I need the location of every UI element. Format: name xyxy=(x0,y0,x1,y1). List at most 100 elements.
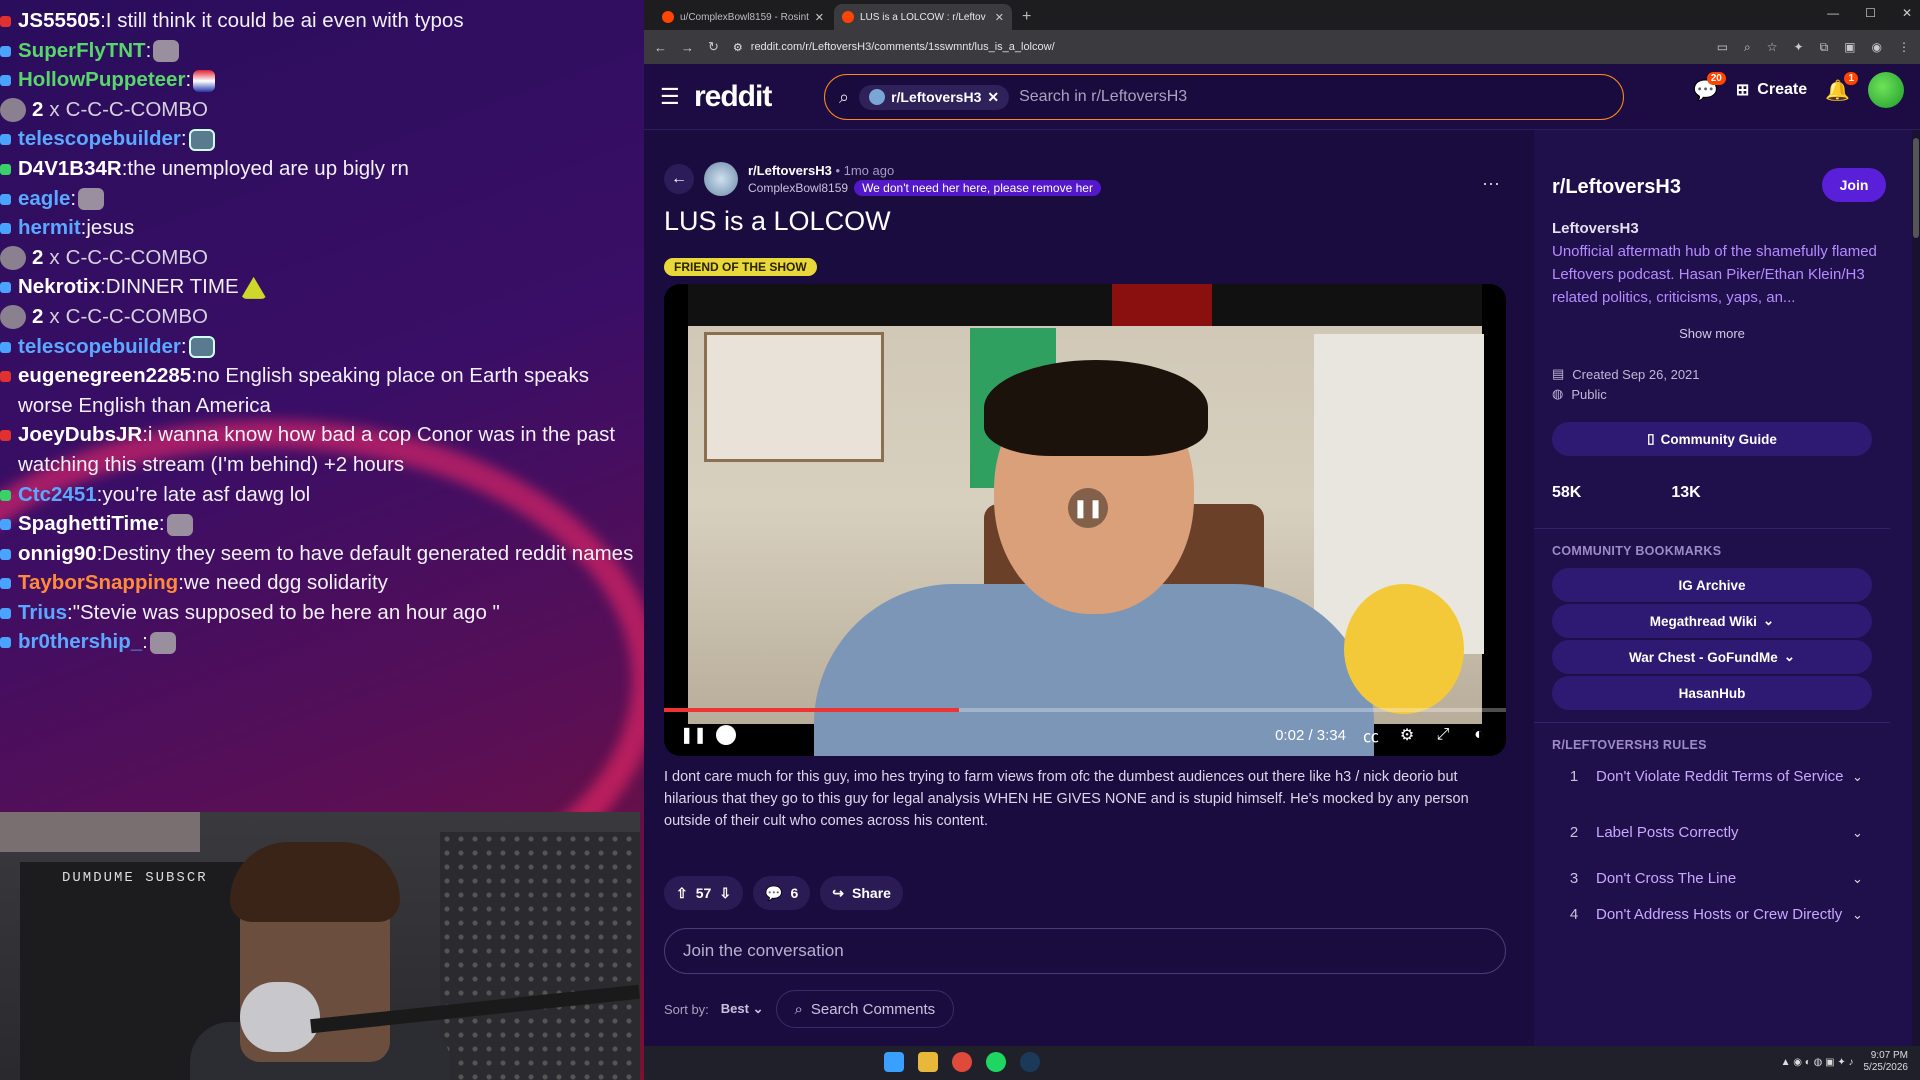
chat-username[interactable]: eagle xyxy=(18,187,70,210)
chat-username[interactable]: HollowPuppeteer xyxy=(18,68,185,91)
subreddit-link[interactable]: r/LeftoversH3 xyxy=(748,163,832,178)
video-player[interactable]: ❚❚ ❚❚ 0:02 / 3:34 ㏄ ⚙ ⤢ ◐ xyxy=(664,284,1506,756)
tray-icons[interactable]: ▲ ◉ ◐ ◍ ▣ ✦ ♪ xyxy=(1781,1057,1854,1068)
comment-input[interactable]: Join the conversation xyxy=(664,928,1506,974)
chat-username[interactable]: SuperFlyTNT xyxy=(18,39,146,62)
chat-text: the unemployed are up bigly rn xyxy=(127,156,409,180)
chat-username[interactable]: telescopebuilder xyxy=(18,335,181,358)
search-scope-chip[interactable]: r/LeftoversH3 ✕ xyxy=(859,84,1010,110)
fullscreen-icon[interactable]: ⤢ xyxy=(1432,726,1454,744)
video-progress[interactable] xyxy=(664,708,1506,712)
puzzle-icon[interactable]: ⧉ xyxy=(1820,40,1829,55)
chat-username[interactable]: Ctc2451 xyxy=(18,483,97,506)
steam-icon[interactable] xyxy=(1020,1052,1040,1072)
user-avatar[interactable] xyxy=(1868,72,1904,108)
combo-count: 2 xyxy=(32,304,44,328)
join-button[interactable]: Join xyxy=(1822,168,1886,202)
chat-username[interactable]: JoeyDubsJR xyxy=(18,423,142,446)
bookmark-ig-archive[interactable]: IG Archive xyxy=(1552,568,1872,602)
back-button[interactable]: ← xyxy=(664,164,694,194)
sort-dropdown[interactable]: Best ⌄ xyxy=(721,1001,764,1017)
combo-count: 2 xyxy=(32,245,44,269)
more-options-icon[interactable]: ⋯ xyxy=(1482,174,1500,195)
chat-username[interactable]: JS55505 xyxy=(18,9,100,32)
chat-button[interactable]: 💬 20 xyxy=(1693,71,1726,103)
bookmark-star-icon[interactable]: ☆ xyxy=(1767,40,1778,55)
chat-text: you're late asf dawg lol xyxy=(102,482,311,506)
maximize-icon[interactable]: ☐ xyxy=(1865,6,1876,20)
spotify-icon[interactable] xyxy=(986,1052,1006,1072)
file-explorer-icon[interactable] xyxy=(918,1052,938,1072)
chat-username[interactable]: eugenegreen2285 xyxy=(18,364,191,387)
show-more-link[interactable]: Show more xyxy=(1534,326,1890,341)
chat-username[interactable]: SpaghettiTime xyxy=(18,512,159,535)
reload-icon[interactable]: ↻ xyxy=(708,39,719,55)
chat-username[interactable]: D4V1B34R xyxy=(18,157,122,180)
captions-icon[interactable]: ㏄ xyxy=(1360,723,1382,747)
center-pause-icon[interactable]: ❚❚ xyxy=(1068,488,1108,528)
minimize-icon[interactable]: — xyxy=(1827,6,1839,20)
post-flair[interactable]: FRIEND OF THE SHOW xyxy=(664,258,817,276)
scrollbar-thumb[interactable] xyxy=(1913,138,1919,238)
create-button[interactable]: ⊞ Create xyxy=(1736,80,1807,100)
comments-button[interactable]: 💬 6 xyxy=(753,876,811,910)
bookmark-war-chest[interactable]: War Chest - GoFundMe ⌄ xyxy=(1552,640,1872,674)
comment-placeholder: Join the conversation xyxy=(683,941,844,960)
share-button[interactable]: ↪ Share xyxy=(820,876,903,910)
rule-item[interactable]: 4 Don't Address Hosts or Crew Directly ⌄ xyxy=(1552,904,1872,925)
sort-row: Sort by: Best ⌄ ⌕ Search Comments xyxy=(664,990,955,1028)
pause-icon[interactable]: ❚❚ xyxy=(680,725,707,745)
extension-icon[interactable]: ✦ xyxy=(1794,40,1804,55)
post-meta: ← r/LeftoversH3 • 1mo ago ComplexBowl815… xyxy=(664,162,1101,196)
bookmark-hasanhub[interactable]: HasanHub xyxy=(1552,676,1872,710)
upvote-icon[interactable]: ⇧ xyxy=(676,885,688,902)
seek-knob[interactable] xyxy=(716,725,736,745)
rule-item[interactable]: 1 Don't Violate Reddit Terms of Service ⌄ xyxy=(1552,766,1872,787)
menu-icon[interactable]: ⋮ xyxy=(1898,40,1910,55)
close-tab-icon[interactable]: ✕ xyxy=(995,11,1004,24)
chat-username[interactable]: onnig90 xyxy=(18,542,97,565)
zoom-icon[interactable]: ⌕ xyxy=(1744,40,1751,55)
bookmark-megathread-wiki[interactable]: Megathread Wiki ⌄ xyxy=(1552,604,1872,638)
new-tab-icon[interactable]: + xyxy=(1014,8,1039,30)
settings-icon[interactable]: ⚙ xyxy=(1396,725,1418,745)
chrome-icon[interactable] xyxy=(952,1052,972,1072)
close-window-icon[interactable]: ✕ xyxy=(1902,6,1912,20)
clock[interactable]: 9:07 PM 5/25/2026 xyxy=(1864,1050,1909,1074)
rule-item[interactable]: 2 Label Posts Correctly ⌄ xyxy=(1552,822,1872,843)
chat-username[interactable]: Trius xyxy=(18,601,67,624)
profile-icon[interactable]: ◉ xyxy=(1872,40,1882,55)
tab-profile[interactable]: u/ComplexBowl8159 - Rosint ✕ xyxy=(654,4,832,30)
remove-scope-icon[interactable]: ✕ xyxy=(987,89,999,106)
cast-icon[interactable]: ▭ xyxy=(1717,40,1728,55)
chat-username[interactable]: br0thership_ xyxy=(18,630,142,653)
author-link[interactable]: ComplexBowl8159 xyxy=(748,181,848,195)
windows-start-icon[interactable] xyxy=(884,1052,904,1072)
chat-username[interactable]: TayborSnapping xyxy=(18,571,178,594)
rule-item[interactable]: 3 Don't Cross The Line ⌄ xyxy=(1552,868,1872,889)
emote-icon xyxy=(166,513,193,536)
back-icon[interactable]: ← xyxy=(654,40,667,55)
share-icon: ↪ xyxy=(832,884,845,901)
notifications-button[interactable]: 🔔 1 xyxy=(1825,71,1858,103)
chat-username[interactable]: telescopebuilder xyxy=(18,127,181,150)
search-bar[interactable]: ⌕ r/LeftoversH3 ✕ Search in r/LeftoversH… xyxy=(824,74,1624,120)
downvote-icon[interactable]: ⇩ xyxy=(719,885,731,902)
community-guide-button[interactable]: ▯ Community Guide xyxy=(1552,422,1872,456)
page-scrollbar[interactable] xyxy=(1912,130,1920,1046)
site-info-icon[interactable]: ⚙ xyxy=(733,41,743,54)
close-tab-icon[interactable]: ✕ xyxy=(815,11,824,24)
hamburger-icon[interactable]: ☰ xyxy=(660,84,690,110)
sidebar-subreddit-name: r/LeftoversH3 xyxy=(1552,176,1681,198)
volume-icon[interactable]: ◐ xyxy=(1468,726,1490,744)
reddit-logo[interactable]: reddit xyxy=(694,80,772,114)
chat-text: DINNER TIME xyxy=(105,275,239,299)
url-field[interactable]: ⚙ reddit.com/r/LeftoversH3/comments/1ssw… xyxy=(733,34,1703,60)
tab-post[interactable]: LUS is a LOLCOW : r/Leftov ✕ xyxy=(834,4,1012,30)
sidepanel-icon[interactable]: ▣ xyxy=(1844,40,1855,55)
chat-username[interactable]: hermit xyxy=(18,216,81,239)
forward-icon[interactable]: → xyxy=(681,40,694,55)
chat-username[interactable]: Nekrotix xyxy=(18,275,100,298)
search-comments-button[interactable]: ⌕ Search Comments xyxy=(775,990,955,1028)
subreddit-avatar[interactable] xyxy=(704,162,738,196)
